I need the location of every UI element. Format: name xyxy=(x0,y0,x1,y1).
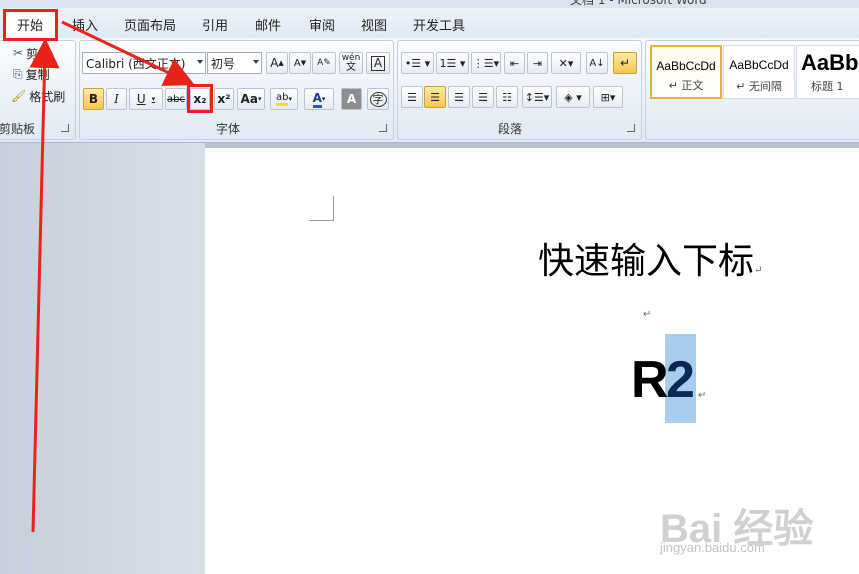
annotation-arrows xyxy=(29,20,195,533)
watermark-url: jingyan.baidu.com xyxy=(660,540,765,555)
arrow-to-home-tab xyxy=(29,38,60,533)
arrow-to-subscript xyxy=(61,20,195,86)
